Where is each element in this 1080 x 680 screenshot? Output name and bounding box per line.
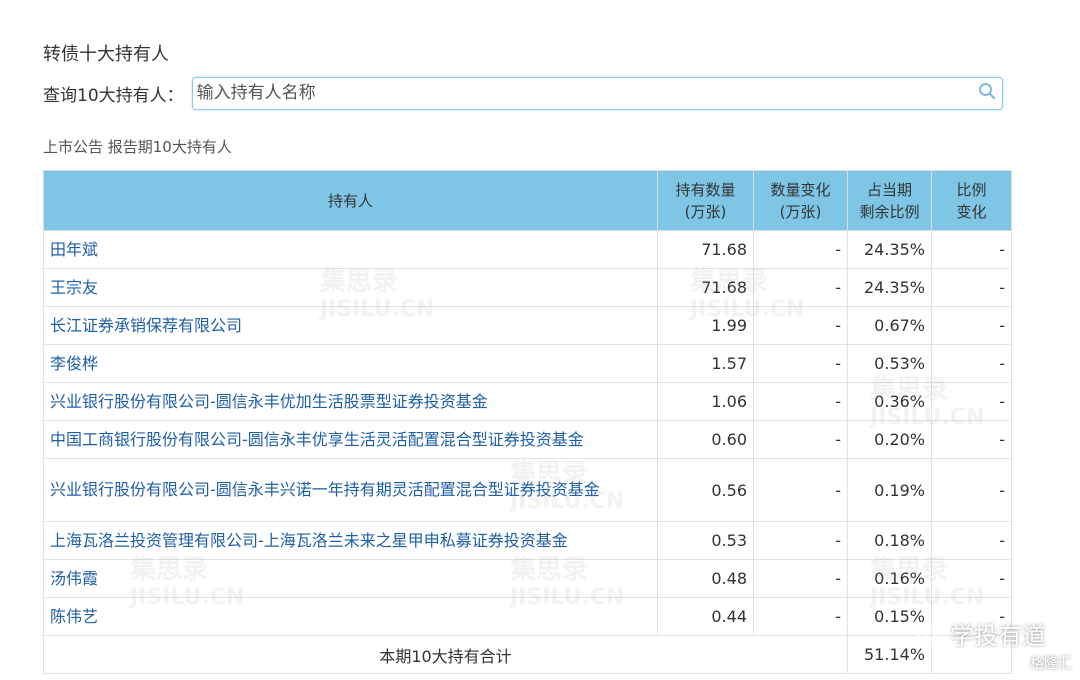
remaining-ratio: 24.35% bbox=[847, 230, 932, 269]
holder-name-link[interactable]: 兴业银行股份有限公司-圆信永丰兴诺一年持有期灵活配置混合型证券投资基金 bbox=[43, 458, 658, 522]
remaining-ratio: 0.18% bbox=[847, 521, 932, 560]
holder-name-link[interactable]: 长江证券承销保荐有限公司 bbox=[43, 306, 658, 345]
table-row: 兴业银行股份有限公司-圆信永丰兴诺一年持有期灵活配置混合型证券投资基金 0.56… bbox=[43, 458, 1012, 522]
ratio-change: - bbox=[931, 306, 1012, 345]
quantity-change: - bbox=[753, 344, 848, 383]
ratio-change: - bbox=[931, 382, 1012, 421]
header-holder[interactable]: 持有人 bbox=[43, 170, 658, 231]
search-icon[interactable] bbox=[978, 82, 996, 100]
holder-name-link[interactable]: 田年斌 bbox=[43, 230, 658, 269]
remaining-ratio: 0.16% bbox=[847, 559, 932, 598]
holder-name-link[interactable]: 兴业银行股份有限公司-圆信永丰优加生活股票型证券投资基金 bbox=[43, 382, 658, 421]
table-row: 陈伟艺 0.44 - 0.15% - bbox=[43, 597, 1012, 636]
holding-quantity: 71.68 bbox=[657, 230, 754, 269]
header-remaining-ratio[interactable]: 占当期 剩余比例 bbox=[847, 170, 932, 231]
ratio-change: - bbox=[931, 420, 1012, 459]
header-quantity-change[interactable]: 数量变化 (万张) bbox=[753, 170, 848, 231]
table-row: 王宗友 71.68 - 24.35% - bbox=[43, 268, 1012, 307]
table-row: 中国工商银行股份有限公司-圆信永丰优享生活灵活配置混合型证券投资基金 0.60 … bbox=[43, 420, 1012, 459]
holding-quantity: 0.48 bbox=[657, 559, 754, 598]
holders-table-wrap: 持有人 持有数量 (万张) 数量变化 (万张) 占当期 剩余比例 比例 变化 田年斌 7… bbox=[43, 170, 1012, 674]
ratio-change: - bbox=[931, 344, 1012, 383]
table-row: 汤伟霞 0.48 - 0.16% - bbox=[43, 559, 1012, 598]
holding-quantity: 0.53 bbox=[657, 521, 754, 560]
search-row: 查询10大持有人： bbox=[43, 76, 1003, 110]
remaining-ratio: 0.53% bbox=[847, 344, 932, 383]
ratio-change: - bbox=[931, 559, 1012, 598]
holding-quantity: 0.44 bbox=[657, 597, 754, 636]
brand-name: 学投有道 bbox=[950, 622, 1046, 650]
ratio-change: - bbox=[931, 230, 1012, 269]
table-row: 李俊桦 1.57 - 0.53% - bbox=[43, 344, 1012, 383]
remaining-ratio: 0.36% bbox=[847, 382, 932, 421]
brand-watermark: 学投有道 bbox=[916, 616, 1046, 651]
table-row: 田年斌 71.68 - 24.35% - bbox=[43, 230, 1012, 269]
ratio-change: - bbox=[931, 521, 1012, 560]
remaining-ratio: 0.67% bbox=[847, 306, 932, 345]
holder-name-link[interactable]: 中国工商银行股份有限公司-圆信永丰优享生活灵活配置混合型证券投资基金 bbox=[43, 420, 658, 459]
holder-name-link[interactable]: 李俊桦 bbox=[43, 344, 658, 383]
holding-quantity: 1.99 bbox=[657, 306, 754, 345]
header-quantity[interactable]: 持有数量 (万张) bbox=[657, 170, 754, 231]
holder-search-input[interactable] bbox=[192, 77, 1002, 109]
quantity-change: - bbox=[753, 521, 848, 560]
quantity-change: - bbox=[753, 597, 848, 636]
holding-quantity: 0.56 bbox=[657, 458, 754, 522]
holder-name-link[interactable]: 王宗友 bbox=[43, 268, 658, 307]
ratio-change: - bbox=[931, 458, 1012, 522]
quantity-change: - bbox=[753, 559, 848, 598]
search-label: 查询10大持有人： bbox=[43, 85, 184, 106]
holding-quantity: 1.57 bbox=[657, 344, 754, 383]
holder-name-link[interactable]: 陈伟艺 bbox=[43, 597, 658, 636]
holder-name-link[interactable]: 汤伟霞 bbox=[43, 559, 658, 598]
table-row: 长江证券承销保荐有限公司 1.99 - 0.67% - bbox=[43, 306, 1012, 345]
holding-quantity: 0.60 bbox=[657, 420, 754, 459]
quantity-change: - bbox=[753, 382, 848, 421]
remaining-ratio: 0.20% bbox=[847, 420, 932, 459]
remaining-ratio: 24.35% bbox=[847, 268, 932, 307]
holders-table: 持有人 持有数量 (万张) 数量变化 (万张) 占当期 剩余比例 比例 变化 田年斌 7… bbox=[43, 170, 1012, 674]
holder-name-link[interactable]: 上海瓦洛兰投资管理有限公司-上海瓦洛兰未来之星甲申私募证券投资基金 bbox=[43, 521, 658, 560]
table-total-row: 本期10大持有合计 51.14% bbox=[43, 635, 1012, 674]
quantity-change: - bbox=[753, 230, 848, 269]
table-header-row: 持有人 持有数量 (万张) 数量变化 (万张) 占当期 剩余比例 比例 变化 bbox=[43, 170, 1012, 231]
header-ratio-change[interactable]: 比例 变化 bbox=[931, 170, 1012, 231]
brand-logo: 格隆汇 bbox=[1030, 656, 1072, 672]
wechat-icon bbox=[916, 622, 943, 643]
quantity-change: - bbox=[753, 420, 848, 459]
table-row: 兴业银行股份有限公司-圆信永丰优加生活股票型证券投资基金 1.06 - 0.36… bbox=[43, 382, 1012, 421]
search-box bbox=[191, 76, 1003, 110]
total-label: 本期10大持有合计 bbox=[43, 635, 848, 674]
ratio-change: - bbox=[931, 268, 1012, 307]
remaining-ratio: 0.19% bbox=[847, 458, 932, 522]
report-period-title: 上市公告 报告期10大持有人 bbox=[43, 138, 232, 156]
quantity-change: - bbox=[753, 306, 848, 345]
section-title: 转债十大持有人 bbox=[43, 44, 169, 65]
holding-quantity: 1.06 bbox=[657, 382, 754, 421]
quantity-change: - bbox=[753, 268, 848, 307]
quantity-change: - bbox=[753, 458, 848, 522]
holding-quantity: 71.68 bbox=[657, 268, 754, 307]
table-row: 上海瓦洛兰投资管理有限公司-上海瓦洛兰未来之星甲申私募证券投资基金 0.53 -… bbox=[43, 521, 1012, 560]
